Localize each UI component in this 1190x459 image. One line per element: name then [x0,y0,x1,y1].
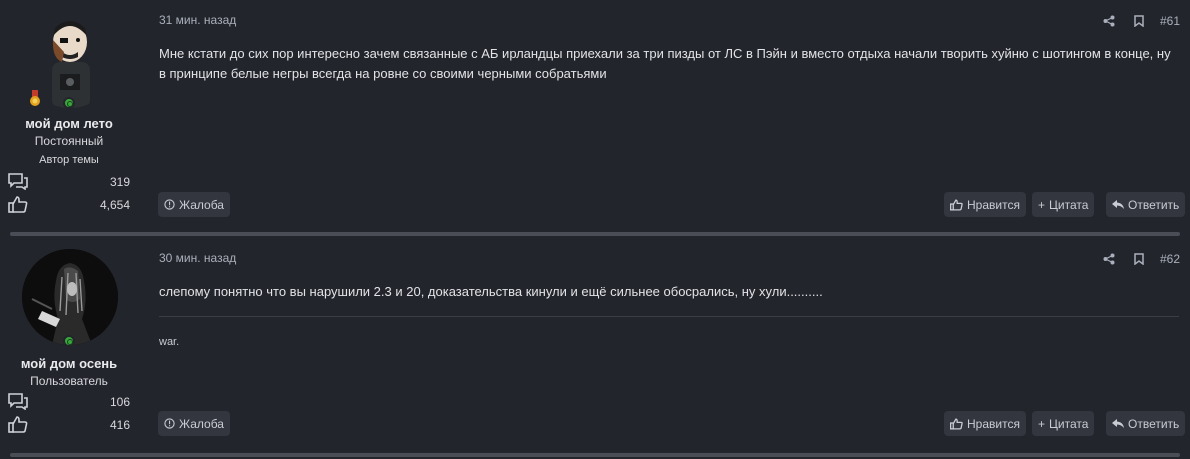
thumbs-up-icon [8,416,28,433]
reply-button[interactable]: Ответить [1106,192,1186,217]
report-label: Жалоба [179,197,224,212]
username[interactable]: мой дом осень [0,356,138,371]
plus-icon: + [1038,416,1046,431]
thumbs-up-icon [950,417,963,430]
post-body: слепому понятно что вы нарушили 2.3 и 20… [159,284,823,299]
signature: war. [159,336,180,348]
reaction-count-value: 416 [109,418,130,432]
quote-button[interactable]: + Цитата [1032,411,1095,436]
post-time[interactable]: 31 мин. назад [159,13,236,27]
reply-icon [1112,199,1124,209]
user-info: мой дом лето Постоянный Автор темы 319 4… [0,0,145,233]
reply-icon [1112,418,1124,428]
post-separator [10,232,1180,236]
reply-label: Ответить [1128,416,1180,431]
post-number[interactable]: #61 [1160,14,1180,28]
signature-divider [159,316,1179,317]
report-button[interactable]: Жалоба [158,192,230,217]
avatar[interactable] [22,249,118,345]
bookmark-icon[interactable] [1124,253,1154,265]
post-tools: #61 [1094,13,1180,29]
bookmark-icon[interactable] [1124,15,1154,27]
quote-label: Цитата [1049,197,1089,212]
thread-author-badge: Автор темы [39,154,99,166]
report-button[interactable]: Жалоба [158,411,230,436]
reply-label: Ответить [1128,197,1180,212]
post-separator [10,453,1180,457]
like-button[interactable]: Нравится [944,192,1026,217]
post-content: 31 мин. назад #61 Мне кстати до сих пор … [158,0,1186,233]
like-button[interactable]: Нравится [944,411,1026,436]
messages-icon [8,393,28,410]
thumbs-up-icon [950,198,963,211]
post-content: 30 мин. назад #62 слепому понятно что вы… [158,238,1186,451]
share-icon[interactable] [1094,253,1124,265]
reaction-count: 416 [8,416,130,434]
reaction-count: 4,654 [8,196,130,214]
post-tools: #62 [1094,251,1180,267]
warning-icon [164,418,175,429]
messages-icon [8,173,28,190]
user-title: Пользователь [30,374,108,388]
report-label: Жалоба [179,416,224,431]
message-count-value: 106 [109,395,130,409]
message-count-value: 319 [109,175,130,189]
thumbs-up-icon [8,196,28,213]
message-count: 319 [8,173,130,191]
plus-icon: + [1038,197,1046,212]
share-icon[interactable] [1094,15,1124,27]
post-62: мой дом осень Пользователь 106 416 30 ми… [0,238,1190,451]
warning-icon [164,199,175,210]
post-time[interactable]: 30 мин. назад [159,251,236,265]
like-label: Нравится [967,197,1020,212]
reply-button[interactable]: Ответить [1106,411,1186,436]
quote-label: Цитата [1049,416,1089,431]
reaction-count-value: 4,654 [99,198,130,212]
post-61: мой дом лето Постоянный Автор темы 319 4… [0,0,1190,233]
like-label: Нравится [967,416,1020,431]
post-body: Мне кстати до сих пор интересно зачем св… [159,46,1171,81]
post-number[interactable]: #62 [1160,252,1180,266]
online-status-icon [63,335,75,347]
message-count: 106 [8,393,130,411]
user-title: Постоянный [34,134,104,148]
medal-icon [30,90,40,106]
user-info: мой дом осень Пользователь 106 416 [0,238,145,451]
online-status-icon [63,97,75,109]
quote-button[interactable]: + Цитата [1032,192,1095,217]
username[interactable]: мой дом лето [0,116,138,131]
